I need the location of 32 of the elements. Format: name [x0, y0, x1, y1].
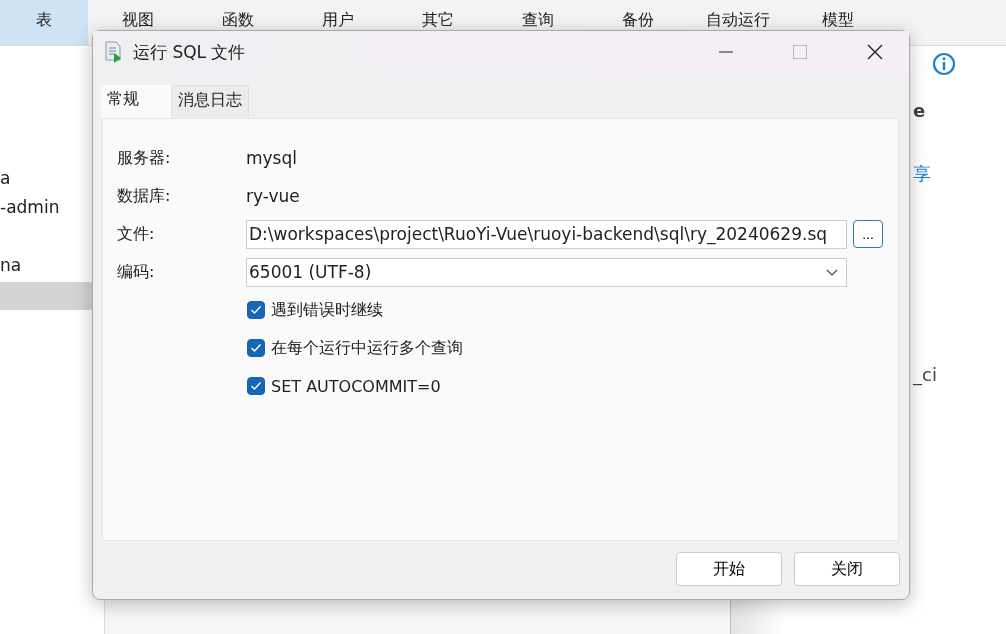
field-label: 文件:	[117, 223, 156, 245]
checkbox[interactable]	[247, 377, 265, 395]
field-label: 服务器:	[117, 147, 172, 169]
dialog-button[interactable]: 开始	[676, 552, 782, 586]
tab[interactable]: 消息日志	[171, 85, 249, 118]
info-icon[interactable]	[932, 52, 956, 76]
browse-button[interactable]: ...	[853, 220, 883, 248]
link[interactable]: 享	[913, 162, 931, 186]
field-value: ry-vue	[246, 186, 300, 206]
close-icon[interactable]	[867, 44, 883, 60]
checkbox[interactable]	[247, 339, 265, 357]
dialog-button[interactable]: 关闭	[794, 552, 900, 586]
toolbar-button[interactable]: 表	[0, 0, 88, 45]
tab[interactable]: 常规	[101, 85, 171, 118]
checkbox[interactable]	[247, 301, 265, 319]
field-label: 数据库:	[117, 185, 172, 207]
file-icon	[105, 41, 123, 63]
check-icon	[250, 343, 262, 353]
file-path-field[interactable]: D:\workspaces\project\RuoYi-Vue\ruoyi-backend\sql\ry_20240629.sq	[246, 219, 847, 249]
panel-text: e	[913, 100, 926, 121]
encoding-dropdown[interactable]: 65001 (UTF-8)	[246, 257, 847, 287]
checkbox-label: 在每个运行中运行多个查询	[271, 337, 463, 359]
checkbox-label: SET AUTOCOMMIT=0	[271, 376, 441, 396]
chevron-down-icon[interactable]	[826, 268, 838, 277]
maximize-icon	[793, 45, 807, 59]
panel-text: _ci	[913, 364, 937, 385]
field-value: mysql	[246, 148, 297, 168]
field-label: 编码:	[117, 261, 156, 283]
check-icon	[250, 305, 262, 315]
check-icon	[250, 381, 262, 391]
checkbox-label: 遇到错误时继续	[271, 299, 383, 321]
window-title: 运行 SQL 文件	[133, 40, 246, 64]
